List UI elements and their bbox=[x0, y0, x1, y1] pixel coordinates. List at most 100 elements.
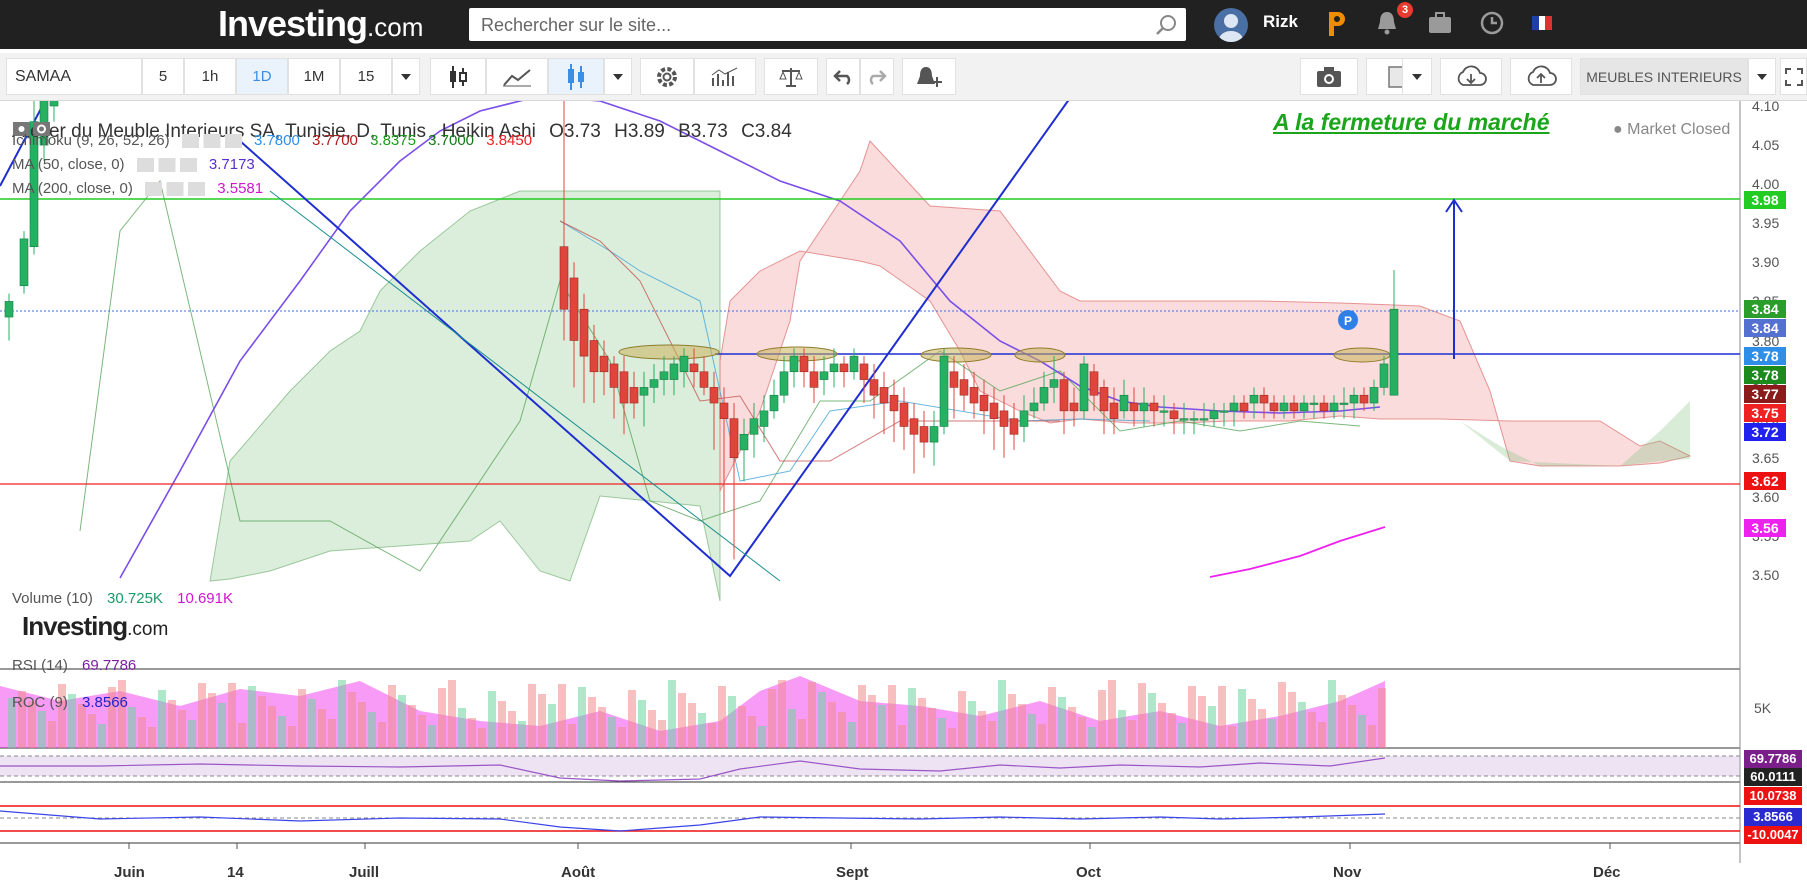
interval-1d[interactable]: 1D bbox=[236, 58, 288, 95]
symbol-input[interactable]: SAMAA bbox=[6, 58, 142, 95]
bar-chart-type-button[interactable] bbox=[430, 58, 486, 95]
volume-bar bbox=[828, 702, 836, 748]
roc-tag: 3.8566 bbox=[1744, 808, 1802, 826]
volume-bar bbox=[258, 696, 266, 748]
snapshot-button[interactable] bbox=[1300, 58, 1358, 95]
bell-icon[interactable] bbox=[1375, 10, 1399, 36]
french-flag-icon[interactable] bbox=[1532, 16, 1552, 30]
legend-controls-icon[interactable] bbox=[181, 134, 242, 149]
site-header: Investing.com Rizk 3 bbox=[0, 0, 1807, 49]
interval-1h[interactable]: 1h bbox=[184, 58, 236, 95]
legend-controls-icon[interactable] bbox=[136, 158, 197, 173]
add-alert-button[interactable] bbox=[902, 58, 956, 95]
site-search[interactable] bbox=[469, 8, 1186, 41]
candle-body bbox=[949, 371, 959, 388]
volume-legend[interactable]: Volume (10) 30.725K 10.691K bbox=[12, 590, 243, 607]
candle-body bbox=[559, 246, 569, 310]
volume-bar bbox=[218, 703, 226, 748]
fullscreen-button[interactable] bbox=[1780, 58, 1807, 95]
ma50-legend[interactable]: MA (50, close, 0) 3.7173 bbox=[12, 156, 263, 173]
legend-controls-icon[interactable] bbox=[145, 182, 206, 197]
candle-body bbox=[1249, 394, 1259, 404]
volume-bar bbox=[478, 728, 486, 748]
volume-bar bbox=[1178, 723, 1186, 748]
chart-area[interactable]: P Atelier du Meuble Interieurs SA, Tunis… bbox=[0, 98, 1807, 863]
chevron-down-icon bbox=[1412, 73, 1422, 80]
volume-bar bbox=[688, 703, 696, 748]
volume-bar bbox=[1368, 725, 1376, 748]
volume-bar bbox=[118, 680, 126, 748]
interval-5[interactable]: 5 bbox=[142, 58, 184, 95]
candle-body bbox=[1359, 394, 1369, 404]
category-selector[interactable]: MEUBLES INTERIEURS bbox=[1580, 58, 1748, 95]
candle-body bbox=[1209, 410, 1219, 419]
save-chart-button[interactable] bbox=[1510, 58, 1572, 95]
volume-bar bbox=[1278, 682, 1286, 748]
ichimoku-value-5: 3.8450 bbox=[486, 132, 533, 149]
volume-bar bbox=[1228, 726, 1236, 748]
volume-bar bbox=[908, 688, 916, 748]
avatar[interactable] bbox=[1214, 8, 1248, 42]
chart-type-dropdown[interactable] bbox=[604, 58, 632, 95]
x-label-sept: Sept bbox=[836, 864, 869, 881]
compare-button[interactable] bbox=[764, 58, 818, 95]
volume-bar bbox=[548, 704, 556, 748]
price-axis-label: 3.65 bbox=[1752, 449, 1780, 466]
volume-bar bbox=[1208, 706, 1216, 748]
volume-bar bbox=[168, 700, 176, 748]
candle-body bbox=[1079, 363, 1089, 412]
volume-bar bbox=[538, 694, 546, 748]
interval-1m[interactable]: 1M bbox=[288, 58, 340, 95]
undo-button[interactable] bbox=[826, 58, 860, 95]
interval-15[interactable]: 15 bbox=[340, 58, 392, 95]
roc-legend[interactable]: ROC (9) 3.8566 bbox=[12, 694, 138, 711]
volume-bar bbox=[598, 707, 606, 748]
volume-bar bbox=[408, 705, 416, 748]
category-dropdown[interactable] bbox=[1748, 58, 1776, 95]
clock-icon[interactable] bbox=[1479, 10, 1505, 36]
candlestick-icon bbox=[568, 63, 584, 90]
chart-toolbar: SAMAA 5 1h 1D 1M 15 MEUBLES INTERIEURS bbox=[0, 53, 1807, 101]
volume-bar bbox=[758, 726, 766, 748]
candle-body bbox=[639, 387, 649, 396]
camera-icon bbox=[1317, 66, 1341, 87]
x-label-14: 14 bbox=[227, 864, 244, 881]
candle-body bbox=[799, 355, 809, 373]
search-icon[interactable] bbox=[1154, 13, 1178, 37]
price-chart-canvas[interactable]: P bbox=[0, 101, 1807, 863]
candle-body bbox=[619, 371, 629, 404]
candle-body bbox=[759, 410, 769, 427]
volume-bar bbox=[378, 722, 386, 748]
candle-body bbox=[939, 355, 949, 427]
undo-icon bbox=[833, 69, 851, 85]
pro-icon[interactable] bbox=[1325, 10, 1347, 38]
volume-bar bbox=[848, 722, 856, 748]
rsi-legend[interactable]: RSI (14) 69.7786 bbox=[12, 657, 146, 674]
username[interactable]: Rizk bbox=[1263, 12, 1298, 32]
ma200-legend[interactable]: MA (200, close, 0) 3.5581 bbox=[12, 180, 271, 197]
settings-button[interactable] bbox=[640, 58, 694, 95]
redo-button[interactable] bbox=[860, 58, 894, 95]
candle-body bbox=[839, 363, 849, 373]
search-input[interactable] bbox=[481, 14, 1141, 36]
ichimoku-value-4: 3.7000 bbox=[428, 132, 475, 149]
indicators-button[interactable] bbox=[694, 58, 756, 95]
investing-logo[interactable]: Investing.com bbox=[218, 4, 423, 47]
volume-bar bbox=[1148, 693, 1156, 748]
ohlc-close: C3.84 bbox=[741, 121, 792, 142]
volume-bar bbox=[228, 683, 236, 748]
interval-dropdown[interactable] bbox=[392, 58, 420, 95]
candle-chart-button[interactable] bbox=[548, 58, 604, 95]
volume-bar bbox=[428, 725, 436, 748]
volume-bar bbox=[248, 686, 256, 748]
briefcase-icon[interactable] bbox=[1427, 10, 1453, 36]
ichimoku-legend[interactable]: Ichimoku (9, 26, 52, 26) 3.7800 3.7700 3… bbox=[12, 132, 540, 149]
candle-body bbox=[1139, 402, 1149, 412]
layout-dropdown[interactable] bbox=[1402, 58, 1432, 95]
volume-bar bbox=[748, 716, 756, 748]
redo-icon bbox=[869, 69, 887, 85]
roc-upper-tag: 10.0738 bbox=[1744, 787, 1802, 805]
line-chart-button[interactable] bbox=[486, 58, 548, 95]
load-chart-button[interactable] bbox=[1440, 58, 1502, 95]
x-label-juill: Juill bbox=[349, 864, 380, 881]
